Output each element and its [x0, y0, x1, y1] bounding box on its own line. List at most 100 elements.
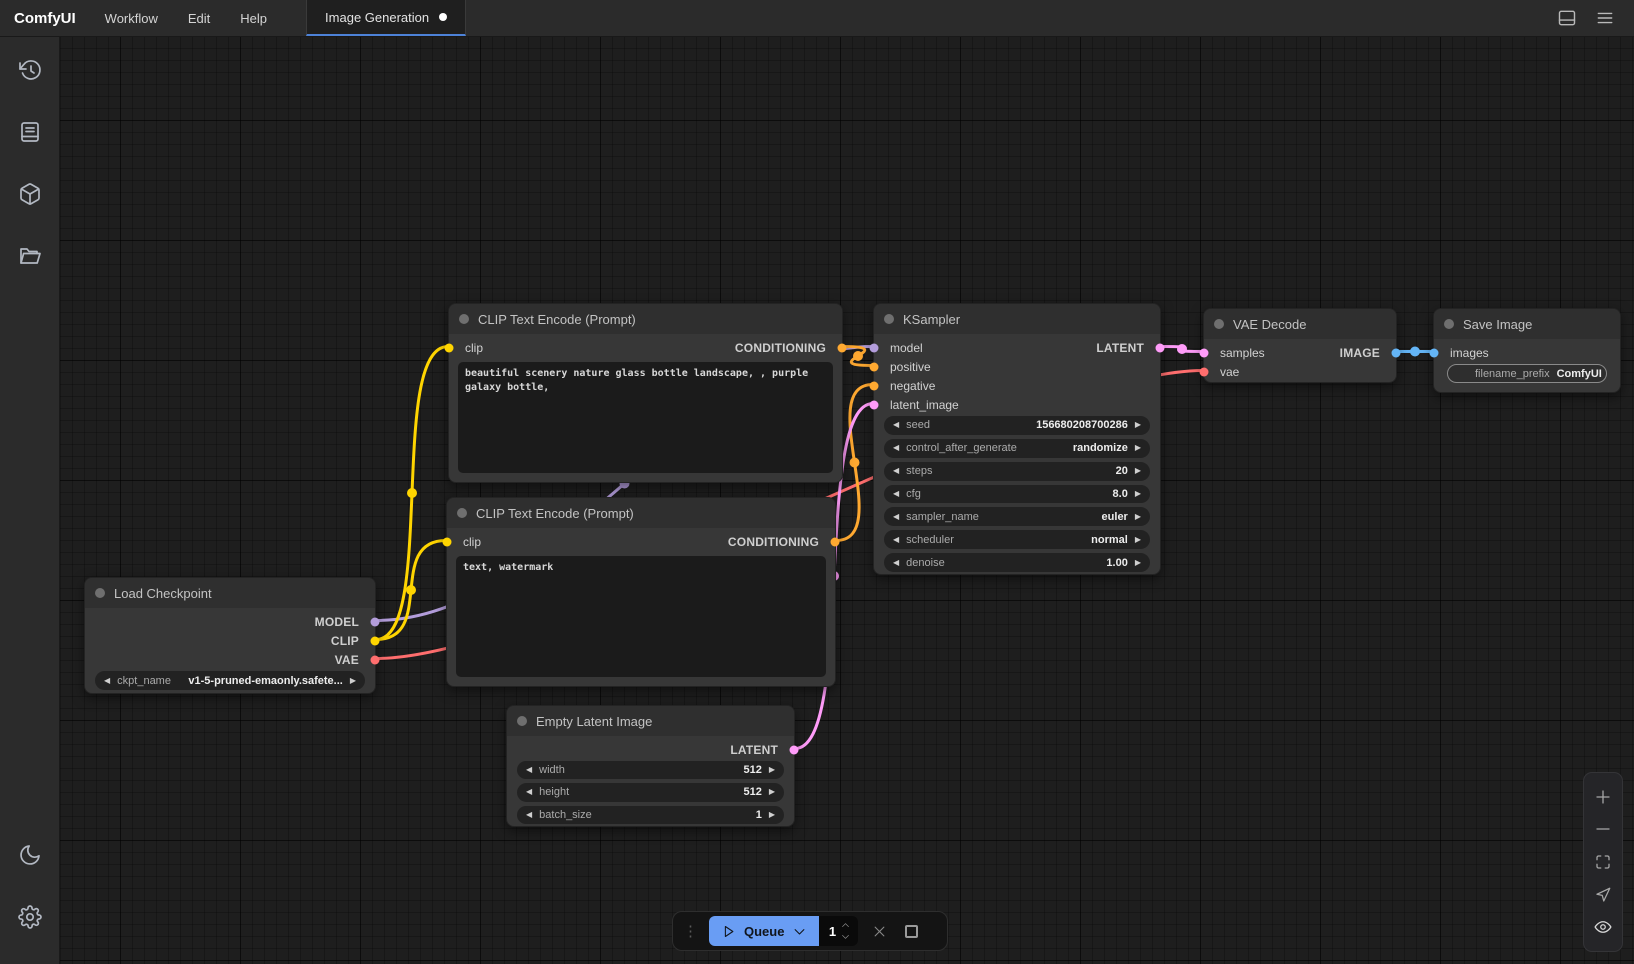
output-port-LATENT[interactable] [1156, 343, 1165, 352]
toggle-links-icon[interactable] [1583, 918, 1623, 936]
collapse-dot-icon[interactable] [95, 588, 105, 598]
widget-ckpt_name[interactable]: ◀ckpt_namev1-5-pruned-emaonly.safete...▶ [95, 671, 365, 690]
decrement-arrow-icon[interactable]: ◀ [104, 677, 110, 685]
node-header[interactable]: CLIP Text Encode (Prompt) [447, 498, 835, 528]
decrement-arrow-icon[interactable]: ◀ [893, 490, 899, 498]
widget-steps[interactable]: ◀steps20▶ [884, 462, 1150, 481]
decrement-arrow-icon[interactable]: ◀ [526, 788, 532, 796]
input-port-latent_image[interactable] [870, 400, 879, 409]
widget-batch_size[interactable]: ◀batch_size1▶ [517, 806, 784, 824]
decrement-arrow-icon[interactable]: ◀ [893, 513, 899, 521]
collapse-dot-icon[interactable] [459, 314, 469, 324]
clear-queue-icon[interactable] [868, 924, 890, 939]
input-port-samples[interactable] [1200, 348, 1209, 357]
widget-cfg[interactable]: ◀cfg8.0▶ [884, 485, 1150, 504]
decrement-arrow-icon[interactable]: ◀ [526, 766, 532, 774]
prompt-textarea[interactable]: text, watermark [456, 556, 826, 677]
zoom-out-icon[interactable] [1583, 820, 1623, 838]
fit-view-icon[interactable] [1583, 853, 1623, 871]
select-mode-icon[interactable] [1583, 886, 1623, 904]
widget-scheduler[interactable]: ◀schedulernormal▶ [884, 530, 1150, 549]
decrement-arrow-icon[interactable]: ◀ [526, 811, 532, 819]
input-port-positive[interactable] [870, 362, 879, 371]
menu-icon[interactable] [1586, 0, 1624, 37]
decrement-arrow-icon[interactable]: ◀ [893, 536, 899, 544]
input-port-negative[interactable] [870, 381, 879, 390]
output-port-CONDITIONING[interactable] [831, 537, 840, 546]
output-port-VAE[interactable] [371, 655, 380, 664]
node-header[interactable]: Save Image [1434, 309, 1620, 339]
theme-icon[interactable] [0, 832, 60, 878]
node-vae-decode[interactable]: VAE DecodesamplesIMAGEvae [1203, 308, 1397, 383]
node-library-icon[interactable] [0, 109, 60, 155]
collapse-dot-icon[interactable] [517, 716, 527, 726]
increment-arrow-icon[interactable]: ▶ [1135, 421, 1141, 429]
increment-arrow-icon[interactable]: ▶ [1135, 536, 1141, 544]
output-port-MODEL[interactable] [371, 617, 380, 626]
widget-width[interactable]: ◀width512▶ [517, 761, 784, 779]
node-header[interactable]: VAE Decode [1204, 309, 1396, 339]
increment-arrow-icon[interactable]: ▶ [1135, 467, 1141, 475]
zoom-in-icon[interactable] [1583, 788, 1623, 806]
prompt-textarea[interactable]: beautiful scenery nature glass bottle la… [458, 362, 833, 473]
workflows-icon [18, 244, 42, 268]
node-clip-text-encode-prompt[interactable]: CLIP Text Encode (Prompt)clipCONDITIONIN… [448, 303, 843, 483]
node-clip-text-encode-prompt[interactable]: CLIP Text Encode (Prompt)clipCONDITIONIN… [446, 497, 836, 687]
decrement-arrow-icon[interactable]: ◀ [893, 467, 899, 475]
widget-control_after_generate[interactable]: ◀control_after_generaterandomize▶ [884, 439, 1150, 458]
decrement-count-icon[interactable] [841, 932, 850, 941]
workflow-tab[interactable]: Image Generation [306, 0, 466, 36]
increment-arrow-icon[interactable]: ▶ [769, 766, 775, 774]
increment-arrow-icon[interactable]: ▶ [1135, 513, 1141, 521]
output-port-CLIP[interactable] [371, 636, 380, 645]
decrement-arrow-icon[interactable]: ◀ [893, 444, 899, 452]
decrement-arrow-icon[interactable]: ◀ [893, 559, 899, 567]
increment-arrow-icon[interactable]: ▶ [769, 811, 775, 819]
input-port-clip[interactable] [443, 537, 452, 546]
stop-icon[interactable] [900, 925, 922, 938]
widget-denoise[interactable]: ◀denoise1.00▶ [884, 553, 1150, 572]
widget-filename_prefix[interactable]: filename_prefixComfyUI [1447, 364, 1607, 383]
collapse-dot-icon[interactable] [457, 508, 467, 518]
menu-help[interactable]: Help [225, 0, 282, 36]
settings-icon[interactable] [0, 894, 60, 940]
input-port-clip[interactable] [445, 343, 454, 352]
increment-count-icon[interactable] [841, 921, 850, 930]
node-header[interactable]: CLIP Text Encode (Prompt) [449, 304, 842, 334]
input-port-vae[interactable] [1200, 367, 1209, 376]
widget-height[interactable]: ◀height512▶ [517, 783, 784, 801]
decrement-arrow-icon[interactable]: ◀ [893, 421, 899, 429]
node-empty-latent-image[interactable]: Empty Latent ImageLATENT◀width512▶◀heigh… [506, 705, 795, 827]
collapse-dot-icon[interactable] [1214, 319, 1224, 329]
panel-bottom-icon[interactable] [1548, 0, 1586, 37]
widget-seed[interactable]: ◀seed156680208700286▶ [884, 416, 1150, 435]
menu-edit[interactable]: Edit [173, 0, 225, 36]
queue-button[interactable]: Queue [709, 916, 819, 946]
increment-arrow-icon[interactable]: ▶ [1135, 490, 1141, 498]
increment-arrow-icon[interactable]: ▶ [350, 677, 356, 685]
output-port-CONDITIONING[interactable] [838, 343, 847, 352]
node-header[interactable]: Load Checkpoint [85, 578, 375, 608]
model-library-icon[interactable] [0, 171, 60, 217]
menu-workflow[interactable]: Workflow [90, 0, 173, 36]
collapse-dot-icon[interactable] [1444, 319, 1454, 329]
node-save-image[interactable]: Save Imageimagesfilename_prefixComfyUI [1433, 308, 1621, 393]
output-port-IMAGE[interactable] [1392, 348, 1401, 357]
input-port-model[interactable] [870, 343, 879, 352]
workflows-icon[interactable] [0, 233, 60, 279]
drag-handle[interactable]: ⋮ [683, 922, 699, 940]
increment-arrow-icon[interactable]: ▶ [769, 788, 775, 796]
output-port-LATENT[interactable] [790, 745, 799, 754]
increment-arrow-icon[interactable]: ▶ [1135, 444, 1141, 452]
node-load-checkpoint[interactable]: Load CheckpointMODELCLIPVAE◀ckpt_namev1-… [84, 577, 376, 694]
widget-value: randomize [1073, 442, 1128, 454]
widget-sampler_name[interactable]: ◀sampler_nameeuler▶ [884, 507, 1150, 526]
collapse-dot-icon[interactable] [884, 314, 894, 324]
input-port-images[interactable] [1430, 348, 1439, 357]
node-ksampler[interactable]: KSamplermodelLATENTpositivenegativelaten… [873, 303, 1161, 575]
node-header[interactable]: KSampler [874, 304, 1160, 334]
batch-count-input[interactable]: 1 [827, 924, 837, 939]
history-icon[interactable] [0, 47, 60, 93]
increment-arrow-icon[interactable]: ▶ [1135, 559, 1141, 567]
node-header[interactable]: Empty Latent Image [507, 706, 794, 736]
